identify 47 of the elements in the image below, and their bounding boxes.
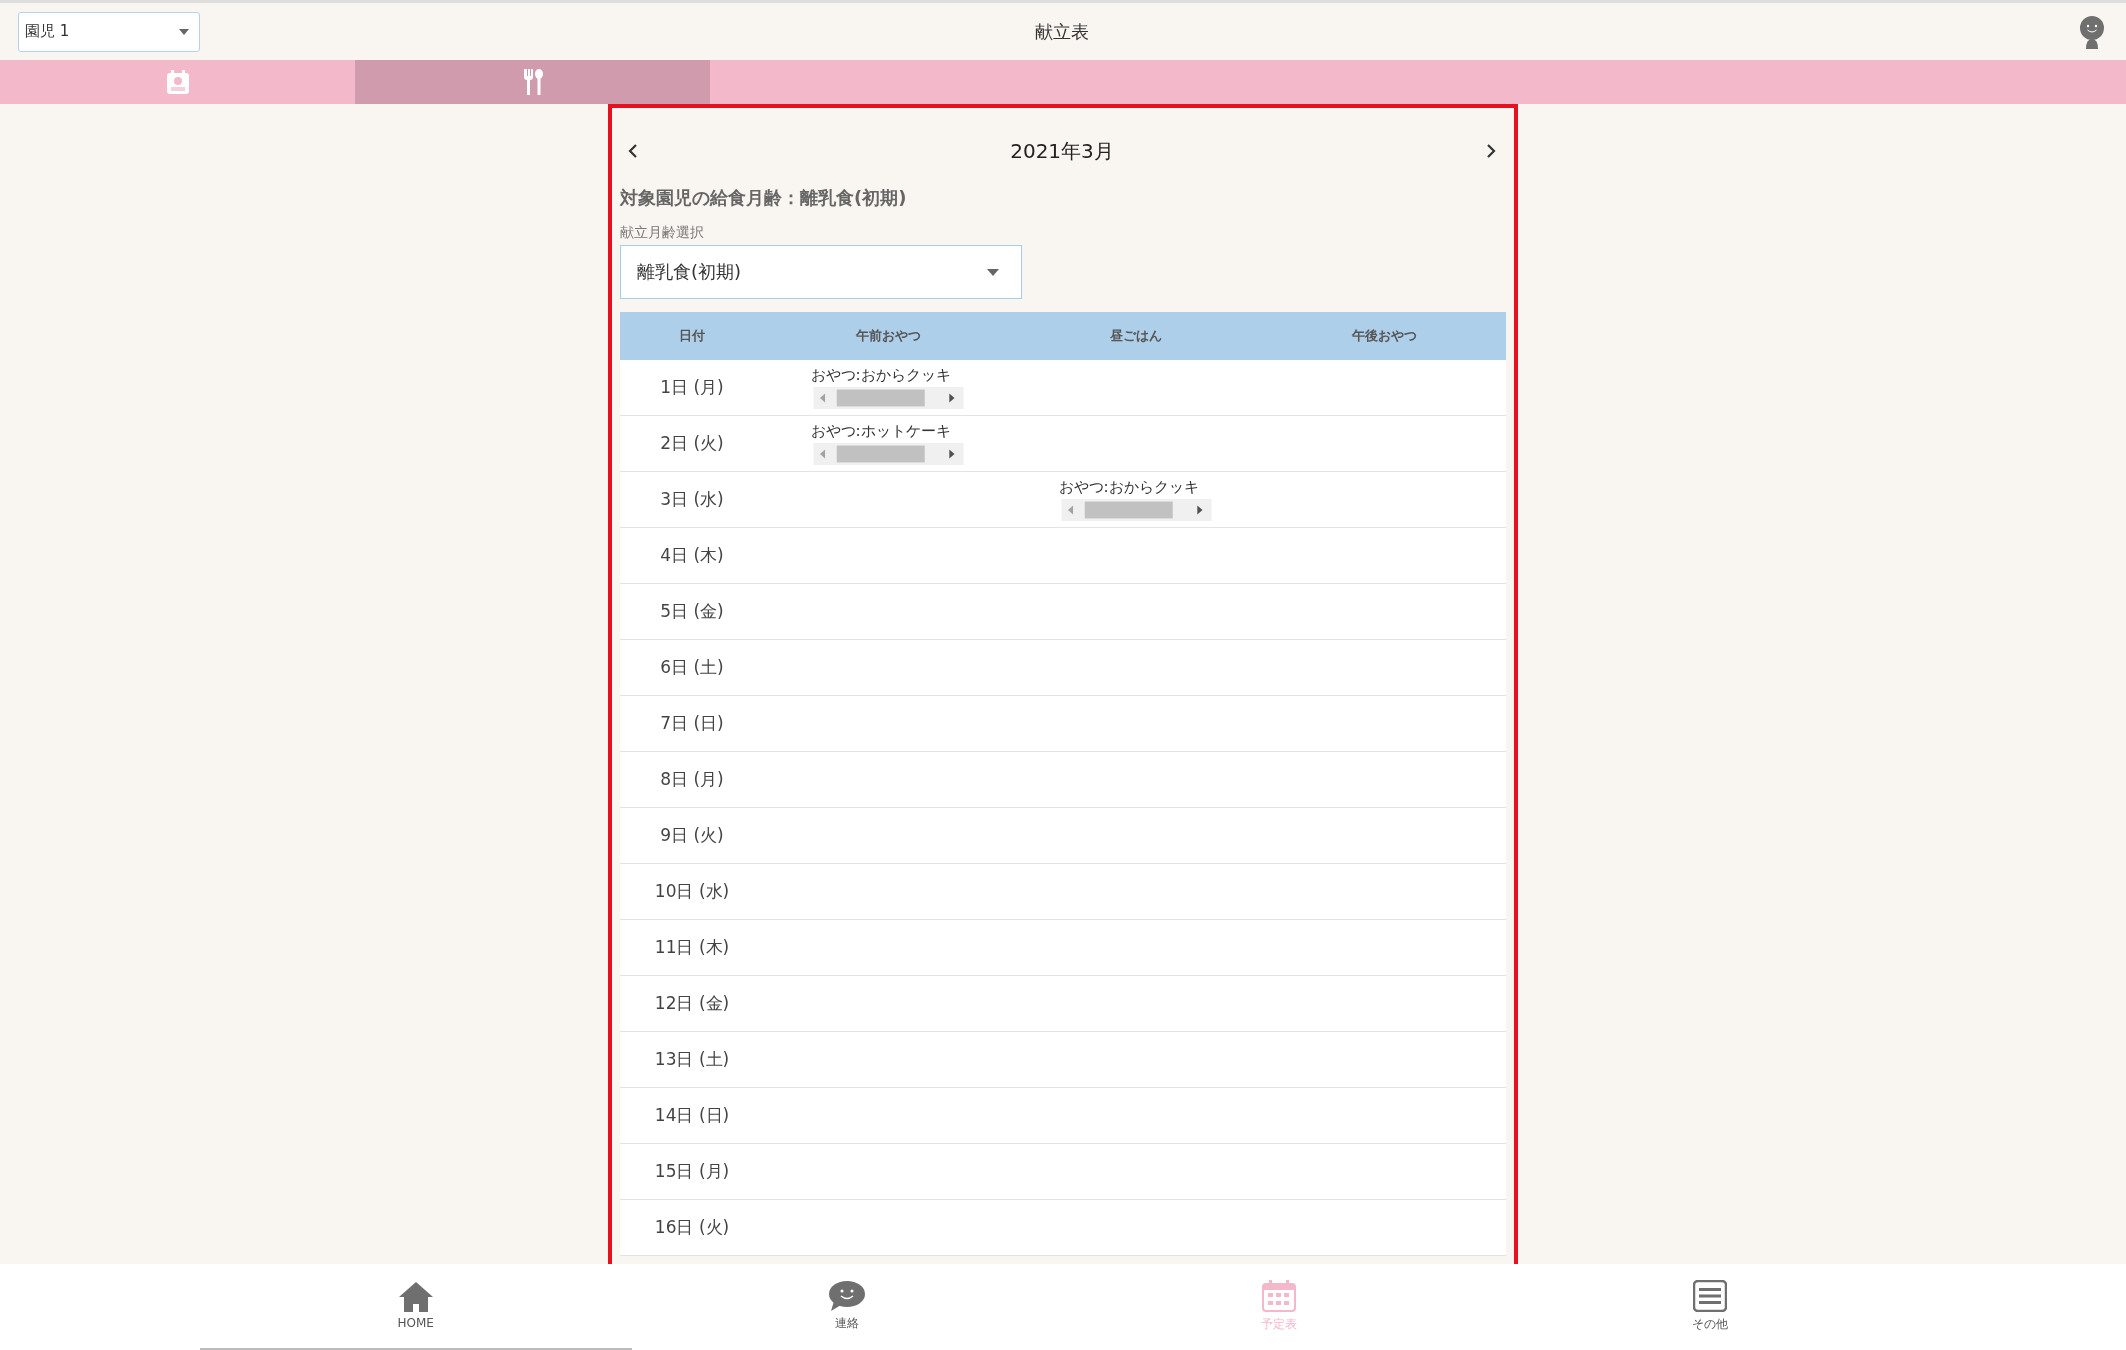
date-cell-text: 7日 (日) xyxy=(659,712,725,735)
caret-icon xyxy=(987,268,999,276)
date-cell-text: 13日 (土) xyxy=(653,1048,731,1071)
tab[interactable] xyxy=(355,60,710,104)
home-icon xyxy=(398,1282,433,1312)
date-cell-text: 3日 (水) xyxy=(659,488,725,511)
nav-item[interactable]: 連絡 xyxy=(631,1264,1063,1350)
date-cell-text: 11日 (木) xyxy=(653,936,731,959)
chevron-left-icon[interactable] xyxy=(628,143,638,159)
field-label: 献立月齢選択 xyxy=(620,224,705,242)
column-header: 午前おやつ xyxy=(854,327,922,345)
date-cell-text: 5日 (金) xyxy=(659,600,725,623)
meal-text: おやつ:おからクッキ xyxy=(810,366,951,385)
date-cell-text: 9日 (火) xyxy=(659,824,725,847)
horizontal-scrollbar[interactable] xyxy=(810,443,966,465)
date-cell-text: 12日 (金) xyxy=(653,992,731,1015)
nav-item[interactable]: HOME xyxy=(200,1264,632,1350)
date-cell-text: 6日 (土) xyxy=(659,656,725,679)
meal-text: おやつ:ホットケーキ xyxy=(810,422,951,441)
chevron-right-icon[interactable] xyxy=(1486,143,1496,159)
horizontal-scrollbar[interactable] xyxy=(1058,499,1214,521)
caret-icon xyxy=(179,28,189,35)
fork-spoon-icon xyxy=(522,69,543,95)
date-cell-text: 8日 (月) xyxy=(659,768,725,791)
child-select[interactable]: 園児 1 xyxy=(18,11,200,52)
avatar-icon[interactable] xyxy=(2078,14,2106,49)
calendar-icon xyxy=(1261,1279,1296,1312)
chat-bubble-icon xyxy=(829,1280,866,1311)
date-cell-text: 16日 (火) xyxy=(653,1216,731,1239)
date-cell-text: 10日 (水) xyxy=(653,880,731,903)
age-select[interactable]: 離乳食(初期) xyxy=(620,245,1022,299)
horizontal-scrollbar[interactable] xyxy=(810,387,966,409)
meal-text: おやつ:おからクッキ xyxy=(1058,478,1199,497)
page-title: 献立表 xyxy=(1035,19,1089,44)
date-cell-text: 15日 (月) xyxy=(653,1160,731,1183)
column-header: 午後おやつ xyxy=(1350,327,1418,345)
meal-age-info: 対象園児の給食月齢：離乳食(初期) xyxy=(620,186,908,210)
date-cell-text: 4日 (木) xyxy=(659,544,725,567)
nav-item[interactable]: その他 xyxy=(1494,1264,1926,1350)
menu-icon xyxy=(1693,1279,1728,1312)
date-cell-text: 14日 (日) xyxy=(653,1104,731,1127)
calendar-icon xyxy=(166,70,189,94)
date-cell-text: 2日 (火) xyxy=(659,432,725,455)
date-cell-text: 1日 (月) xyxy=(659,376,725,399)
column-header: 日付 xyxy=(678,327,706,345)
column-header: 昼ごはん xyxy=(1109,327,1163,345)
month-label: 2021年3月 xyxy=(1010,137,1114,165)
